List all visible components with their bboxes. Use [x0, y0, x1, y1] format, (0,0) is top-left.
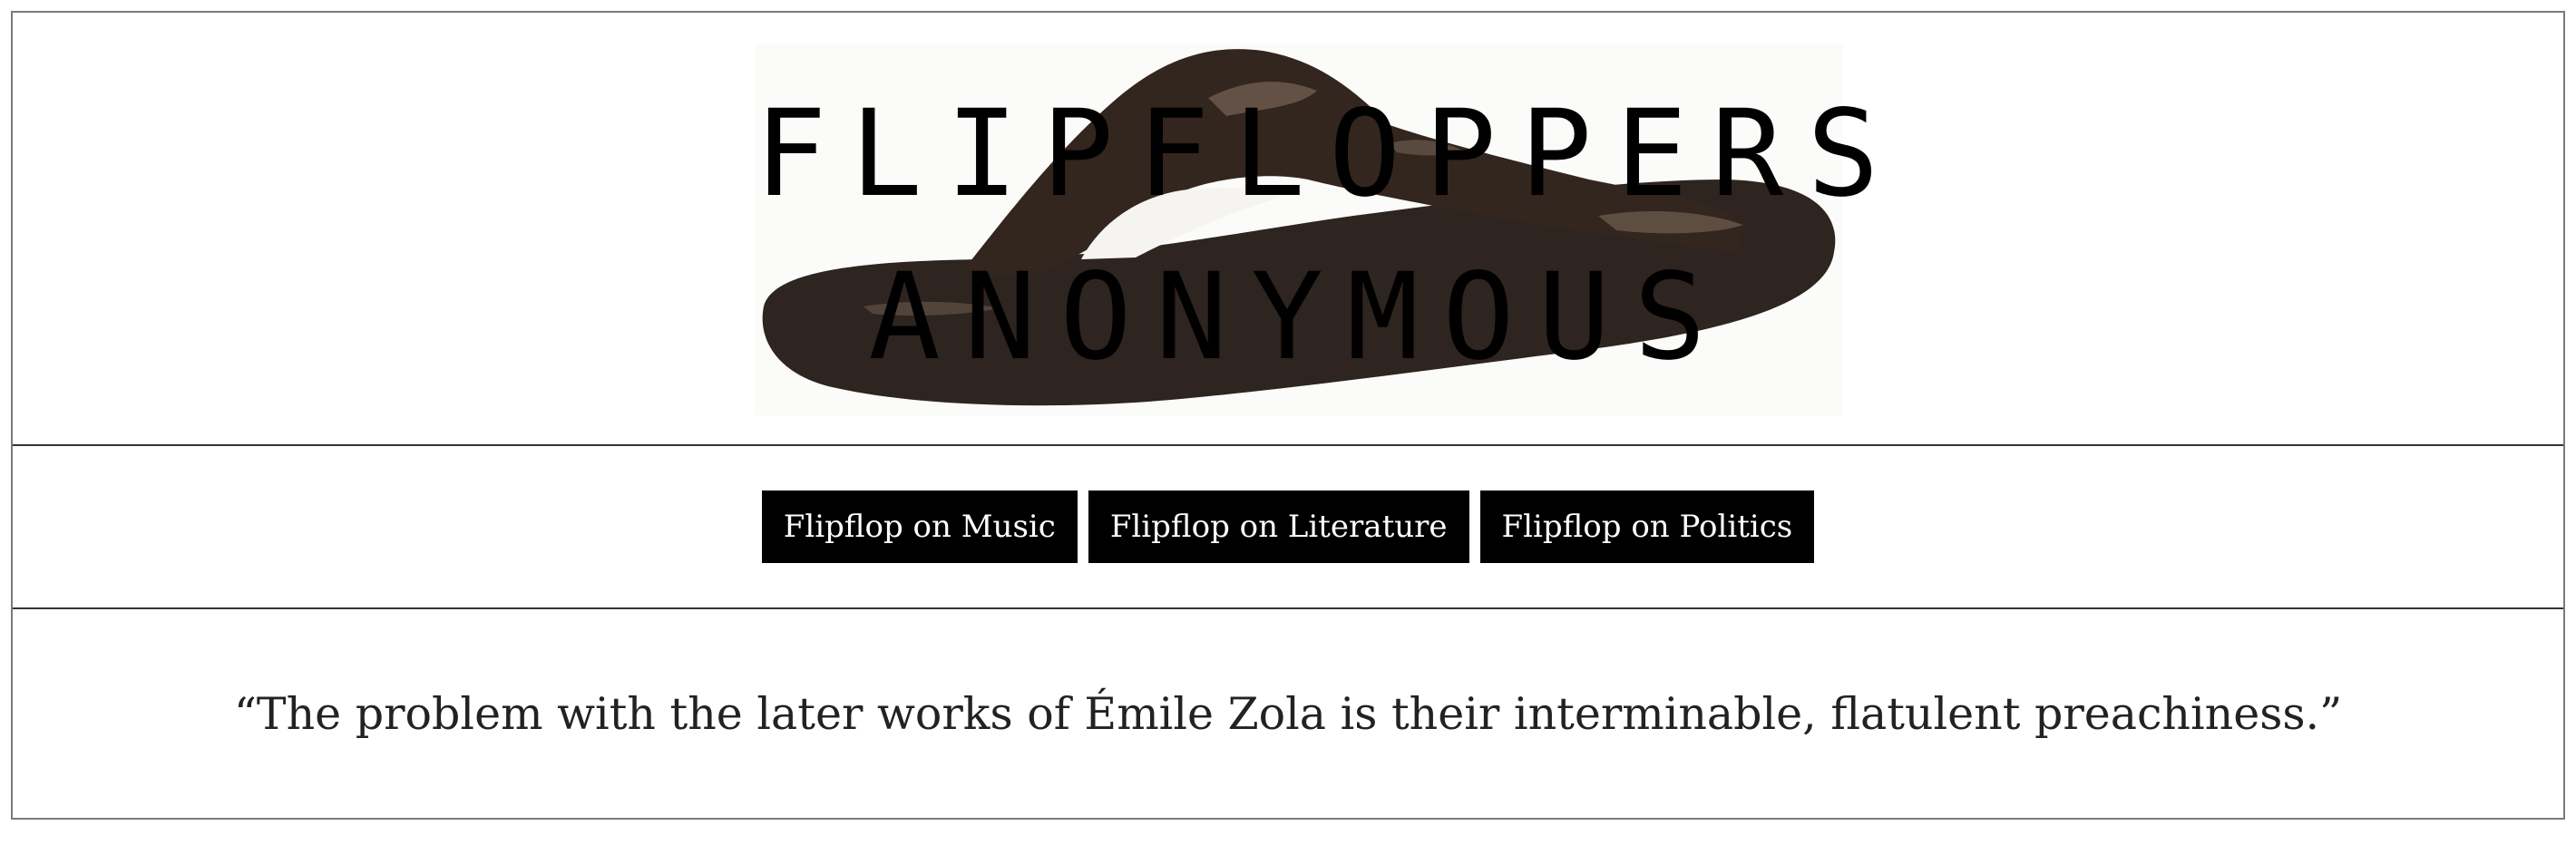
site-logo[interactable]: FLIPFLOPPERS ANONYMOUS	[755, 44, 1903, 415]
nav-button-music[interactable]: Flipflop on Music	[761, 490, 1078, 563]
nav-button-literature[interactable]: Flipflop on Literature	[1088, 490, 1469, 563]
featured-quote: “The problem with the later works of Émi…	[233, 687, 2343, 740]
quote-section: “The problem with the later works of Émi…	[13, 609, 2563, 818]
nav-button-politics[interactable]: Flipflop on Politics	[1479, 490, 1815, 563]
main-navigation: Flipflop on Music Flipflop on Literature…	[13, 446, 2563, 609]
site-header: FLIPFLOPPERS ANONYMOUS	[13, 13, 2563, 446]
page-frame: FLIPFLOPPERS ANONYMOUS Flipflop on Music…	[11, 11, 2565, 820]
logo-title-line-1: FLIPFLOPPERS	[755, 84, 1903, 224]
logo-title-line-2: ANONYMOUS	[868, 248, 1730, 387]
